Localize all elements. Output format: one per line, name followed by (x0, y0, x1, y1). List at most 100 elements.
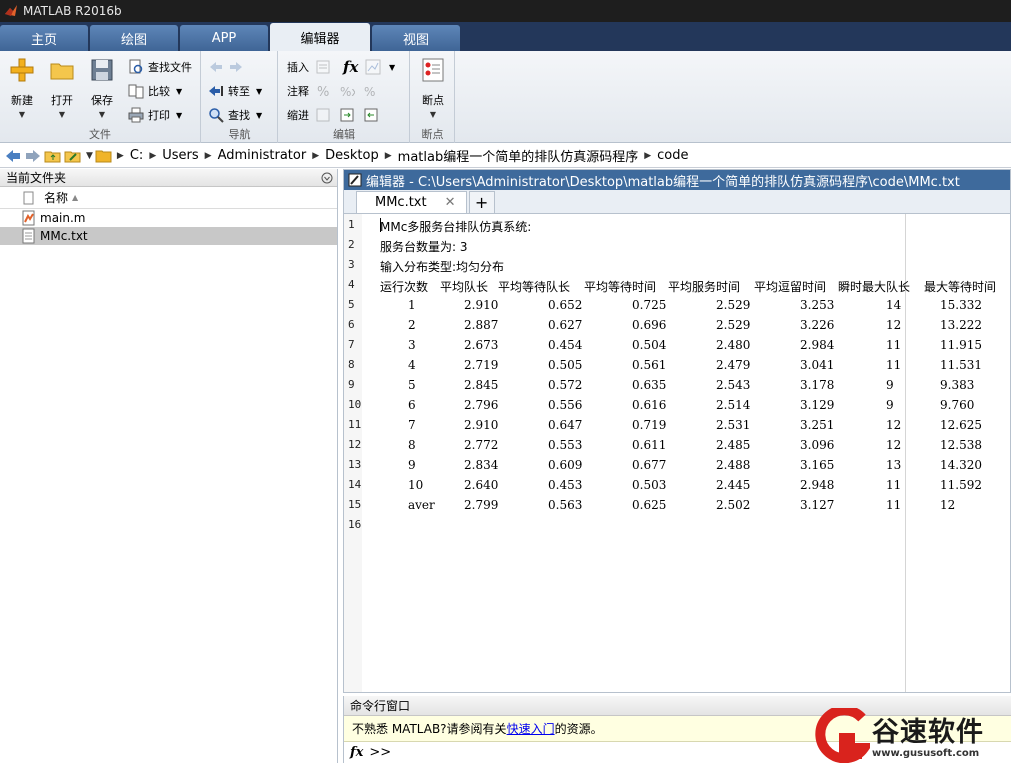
save-button[interactable]: 保存 ▼ (84, 57, 120, 119)
chevron-down-icon: ▼ (256, 110, 263, 120)
chevron-down-icon[interactable]: ▼ (86, 151, 93, 161)
file-row-mmc-txt[interactable]: MMc.txt (0, 227, 337, 245)
table-cell: 8 (408, 438, 416, 452)
find-files-button[interactable]: 查找文件 (128, 57, 192, 77)
indent-button[interactable]: 缩进 (287, 105, 383, 125)
forward-icon[interactable] (24, 148, 42, 164)
file-row-main-m[interactable]: main.m (0, 209, 337, 227)
table-cell: 2.485 (716, 438, 751, 452)
table-cell: 12.625 (940, 418, 982, 432)
table-cell: 14.320 (940, 458, 982, 472)
tab-editor[interactable]: 编辑器 (270, 23, 370, 51)
matlab-script-icon (22, 210, 35, 226)
chevron-down-icon: ▼ (256, 86, 263, 96)
folder-icon (95, 150, 112, 162)
breadcrumb-c[interactable]: C: (130, 148, 143, 163)
back-icon[interactable] (4, 148, 22, 164)
breadcrumb-administrator[interactable]: Administrator (218, 148, 307, 163)
new-plus-icon (10, 58, 34, 82)
code-area[interactable]: 1 2 3 4 5 6 7 8 9 10 11 12 13 14 15 16 MMc多服务台排队仿真系统: 服务台… (344, 214, 1010, 692)
table-cell: 12.538 (940, 438, 982, 452)
breadcrumb-users[interactable]: Users (162, 148, 198, 163)
smart-indent-icon (316, 108, 330, 122)
code-line: MMc多服务台排队仿真系统: (380, 220, 532, 234)
code-line: 服务台数量为: 3 (380, 240, 468, 254)
table-cell: 0.563 (548, 498, 583, 512)
goto-button[interactable]: 转至 ▼ (208, 81, 262, 101)
table-cell: 0.719 (632, 418, 667, 432)
ribbon-group-file: 新建 ▼ 打开 ▼ 保存 ▼ 查找文件 比较 ▼ 打印 ▼ 文件 (0, 51, 201, 143)
line-number: 2 (348, 238, 355, 251)
indent-increase-icon (340, 108, 354, 122)
line-number: 6 (348, 318, 355, 331)
chevron-down-icon: ▼ (18, 110, 26, 119)
editor-icon (348, 173, 362, 187)
table-cell: 12 (886, 438, 902, 452)
editor-titlebar: 编辑器 - C:\Users\Administrator\Desktop\mat… (344, 170, 1010, 190)
table-header-cell: 最大等待时间 (924, 280, 997, 294)
table-cell: 15.332 (940, 298, 982, 312)
table-cell: 0.725 (632, 298, 667, 312)
table-cell: 2.445 (716, 478, 751, 492)
comment-button[interactable]: 注释 % %x % (287, 81, 383, 101)
table-cell: 0.696 (632, 318, 667, 332)
breadcrumb-project[interactable]: matlab编程一个简单的排队仿真源码程序 (398, 146, 639, 165)
new-button[interactable]: 新建 ▼ (4, 57, 40, 119)
table-cell: 2.948 (800, 478, 835, 492)
file-type-column-icon (23, 191, 34, 204)
table-header-cell: 平均队长 (440, 280, 489, 294)
table-header-cell: 瞬时最大队长 (838, 280, 911, 294)
table-cell: 2.845 (464, 378, 499, 392)
table-cell: 10 (408, 478, 424, 492)
table-cell: 2.479 (716, 358, 751, 372)
browse-folder-icon[interactable] (64, 148, 82, 164)
chevron-down-icon[interactable]: ▼ (389, 57, 395, 77)
table-cell: 13.222 (940, 318, 982, 332)
compare-button[interactable]: 比较 ▼ (128, 81, 182, 101)
table-cell: 2.673 (464, 338, 499, 352)
table-cell: 6 (408, 398, 416, 412)
tab-apps[interactable]: APP (180, 25, 268, 51)
table-cell: aver (408, 498, 435, 512)
line-number: 14 (348, 478, 362, 491)
breakpoints-button[interactable]: 断点 ▼ (415, 57, 451, 119)
breadcrumb-code[interactable]: code (657, 148, 688, 163)
table-cell: 1 (408, 298, 416, 312)
editor-tab-mmc-txt[interactable]: MMc.txt ✕ (356, 191, 467, 213)
breadcrumb-desktop[interactable]: Desktop (325, 148, 379, 163)
ribbon-group-navigate: 转至 ▼ 查找 ▼ 导航 (202, 51, 278, 143)
open-button[interactable]: 打开 ▼ (44, 57, 80, 119)
line-number: 5 (348, 298, 355, 311)
tab-plots[interactable]: 绘图 (90, 25, 178, 51)
insert-button[interactable]: 插入 (287, 57, 335, 77)
getting-started-link[interactable]: 快速入门 (507, 720, 555, 737)
function-browser-icon[interactable]: fx (350, 745, 363, 760)
line-number: 7 (348, 338, 355, 351)
editor-title: 编辑器 - C:\Users\Administrator\Desktop\mat… (366, 174, 960, 190)
table-cell: 11.592 (940, 478, 982, 492)
find-button[interactable]: 查找 ▼ (208, 105, 262, 125)
ribbon-toolstrip: 新建 ▼ 打开 ▼ 保存 ▼ 查找文件 比较 ▼ 打印 ▼ 文件 转至 ▼ 查找… (0, 51, 1011, 143)
tab-home[interactable]: 主页 (0, 25, 88, 51)
insert-function-button[interactable]: fx (343, 57, 358, 77)
new-tab-button[interactable]: + (468, 191, 495, 213)
prompt-symbol: >> (369, 744, 392, 760)
table-cell: 3.129 (800, 398, 835, 412)
tab-view[interactable]: 视图 (372, 25, 460, 51)
close-tab-icon[interactable]: ✕ (445, 195, 456, 210)
up-folder-icon[interactable] (44, 148, 62, 164)
table-cell: 3.253 (800, 298, 835, 312)
back-nav-button[interactable] (208, 57, 248, 77)
print-button[interactable]: 打印 ▼ (128, 105, 182, 125)
table-header-cell: 平均服务时间 (668, 280, 741, 294)
percent-comment-icon: % (317, 85, 329, 99)
current-folder-panel: 当前文件夹 名称 ▲ main.m MMc.txt (0, 169, 338, 763)
table-cell: 0.572 (548, 378, 583, 392)
line-number: 15 (348, 498, 362, 511)
name-column-header[interactable]: 名称 ▲ (0, 187, 337, 209)
ribbon-tabbar: 主页 绘图 APP 编辑器 视图 (0, 22, 1011, 51)
panel-menu-icon[interactable] (321, 172, 333, 184)
table-cell: 3.251 (800, 418, 835, 432)
breakpoints-icon (422, 58, 444, 82)
insert-graphic-button[interactable] (365, 57, 385, 77)
